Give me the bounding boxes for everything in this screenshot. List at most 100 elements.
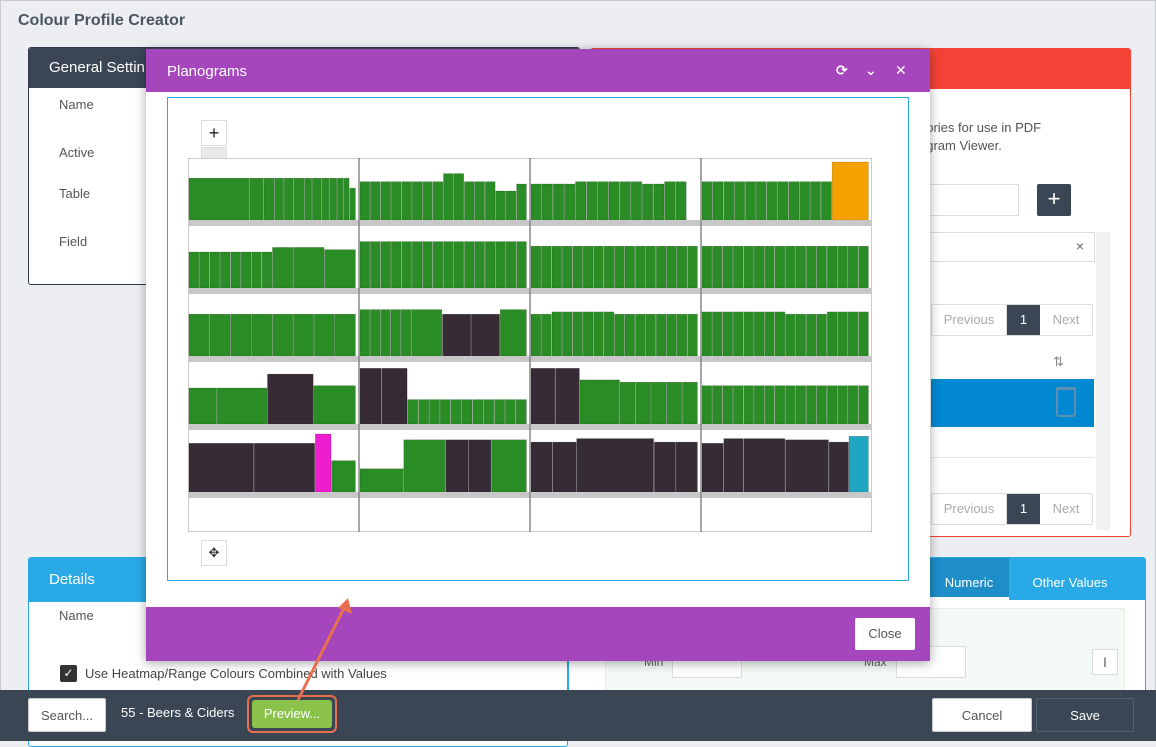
product-block[interactable] bbox=[831, 161, 869, 221]
product-block[interactable] bbox=[635, 313, 646, 357]
product-block[interactable] bbox=[701, 442, 724, 493]
product-block[interactable] bbox=[837, 311, 848, 357]
product-block[interactable] bbox=[641, 183, 654, 221]
product-block[interactable] bbox=[391, 241, 402, 289]
product-block[interactable] bbox=[230, 251, 241, 289]
product-block[interactable] bbox=[188, 387, 217, 425]
product-block[interactable] bbox=[687, 313, 698, 357]
product-block[interactable] bbox=[359, 241, 371, 289]
product-block[interactable] bbox=[495, 241, 506, 289]
pager-previous-button[interactable]: Previous bbox=[932, 494, 1007, 524]
product-block[interactable] bbox=[837, 385, 848, 425]
product-block[interactable] bbox=[722, 385, 734, 425]
product-block[interactable] bbox=[586, 181, 598, 221]
product-block[interactable] bbox=[293, 247, 325, 289]
product-block[interactable] bbox=[603, 245, 615, 289]
product-block[interactable] bbox=[359, 309, 370, 357]
product-block[interactable] bbox=[381, 368, 408, 425]
product-block[interactable] bbox=[530, 245, 542, 289]
product-block[interactable] bbox=[593, 311, 604, 357]
product-block[interactable] bbox=[701, 181, 713, 221]
sort-icon[interactable]: ⇅ bbox=[1053, 354, 1064, 370]
product-block[interactable] bbox=[766, 181, 778, 221]
add-category-button[interactable]: + bbox=[1037, 184, 1071, 216]
product-block[interactable] bbox=[263, 177, 275, 221]
tab-numeric[interactable]: Numeric bbox=[929, 558, 1009, 600]
product-block[interactable] bbox=[732, 311, 744, 357]
product-block[interactable] bbox=[816, 245, 827, 289]
product-block[interactable] bbox=[188, 251, 200, 289]
product-block[interactable] bbox=[582, 245, 594, 289]
product-block[interactable] bbox=[274, 177, 284, 221]
product-block[interactable] bbox=[418, 399, 430, 425]
product-block[interactable] bbox=[593, 245, 604, 289]
product-block[interactable] bbox=[655, 245, 667, 289]
product-block[interactable] bbox=[450, 399, 462, 425]
cancel-button[interactable]: Cancel bbox=[932, 698, 1032, 732]
product-block[interactable] bbox=[230, 313, 252, 357]
product-block[interactable] bbox=[666, 381, 683, 425]
product-block[interactable] bbox=[474, 241, 485, 289]
product-block[interactable] bbox=[209, 251, 220, 289]
product-block[interactable] bbox=[188, 177, 250, 221]
product-block[interactable] bbox=[732, 245, 744, 289]
product-block[interactable] bbox=[682, 381, 698, 425]
product-block[interactable] bbox=[293, 313, 315, 357]
product-block[interactable] bbox=[453, 173, 464, 221]
product-block[interactable] bbox=[464, 181, 475, 221]
product-block[interactable] bbox=[847, 311, 859, 357]
product-block[interactable] bbox=[504, 399, 516, 425]
product-block[interactable] bbox=[858, 385, 869, 425]
product-block[interactable] bbox=[331, 460, 356, 493]
product-block[interactable] bbox=[785, 439, 829, 493]
product-block[interactable] bbox=[820, 181, 832, 221]
product-block[interactable] bbox=[777, 181, 789, 221]
product-block[interactable] bbox=[359, 468, 404, 493]
product-block[interactable] bbox=[516, 183, 527, 221]
product-block[interactable] bbox=[445, 439, 469, 493]
product-block[interactable] bbox=[795, 385, 807, 425]
product-block[interactable] bbox=[516, 241, 527, 289]
product-block[interactable] bbox=[619, 181, 631, 221]
pager-next-button[interactable]: Next bbox=[1040, 305, 1092, 335]
product-block[interactable] bbox=[429, 399, 440, 425]
product-block[interactable] bbox=[530, 183, 542, 221]
product-block[interactable] bbox=[442, 313, 472, 357]
product-block[interactable] bbox=[630, 181, 643, 221]
product-block[interactable] bbox=[847, 245, 859, 289]
product-block[interactable] bbox=[712, 385, 723, 425]
product-block[interactable] bbox=[701, 245, 713, 289]
product-block[interactable] bbox=[722, 245, 734, 289]
product-block[interactable] bbox=[774, 245, 786, 289]
product-block[interactable] bbox=[774, 311, 786, 357]
product-block[interactable] bbox=[723, 181, 735, 221]
product-block[interactable] bbox=[785, 385, 796, 425]
product-block[interactable] bbox=[272, 313, 294, 357]
pager-page-1[interactable]: 1 bbox=[1007, 494, 1040, 524]
product-block[interactable] bbox=[304, 177, 312, 221]
product-block[interactable] bbox=[858, 245, 869, 289]
product-block[interactable] bbox=[712, 181, 724, 221]
product-block[interactable] bbox=[774, 385, 786, 425]
product-block[interactable] bbox=[380, 241, 391, 289]
product-block[interactable] bbox=[753, 311, 765, 357]
product-block[interactable] bbox=[619, 381, 636, 425]
product-block[interactable] bbox=[407, 399, 419, 425]
product-block[interactable] bbox=[579, 379, 620, 425]
product-block[interactable] bbox=[795, 245, 807, 289]
product-block[interactable] bbox=[806, 245, 817, 289]
product-block[interactable] bbox=[401, 181, 412, 221]
product-block[interactable] bbox=[199, 251, 210, 289]
product-block[interactable] bbox=[723, 438, 744, 493]
product-block[interactable] bbox=[453, 241, 464, 289]
product-block[interactable] bbox=[267, 373, 314, 425]
product-block[interactable] bbox=[464, 241, 475, 289]
product-block[interactable] bbox=[575, 181, 587, 221]
clear-icon[interactable]: × bbox=[1076, 238, 1084, 254]
product-block[interactable] bbox=[253, 442, 315, 493]
product-block[interactable] bbox=[753, 385, 765, 425]
product-block[interactable] bbox=[261, 251, 273, 289]
pan-icon[interactable]: ✥ bbox=[201, 540, 227, 566]
selected-list-row[interactable] bbox=[931, 379, 1094, 427]
product-block[interactable] bbox=[530, 441, 553, 493]
